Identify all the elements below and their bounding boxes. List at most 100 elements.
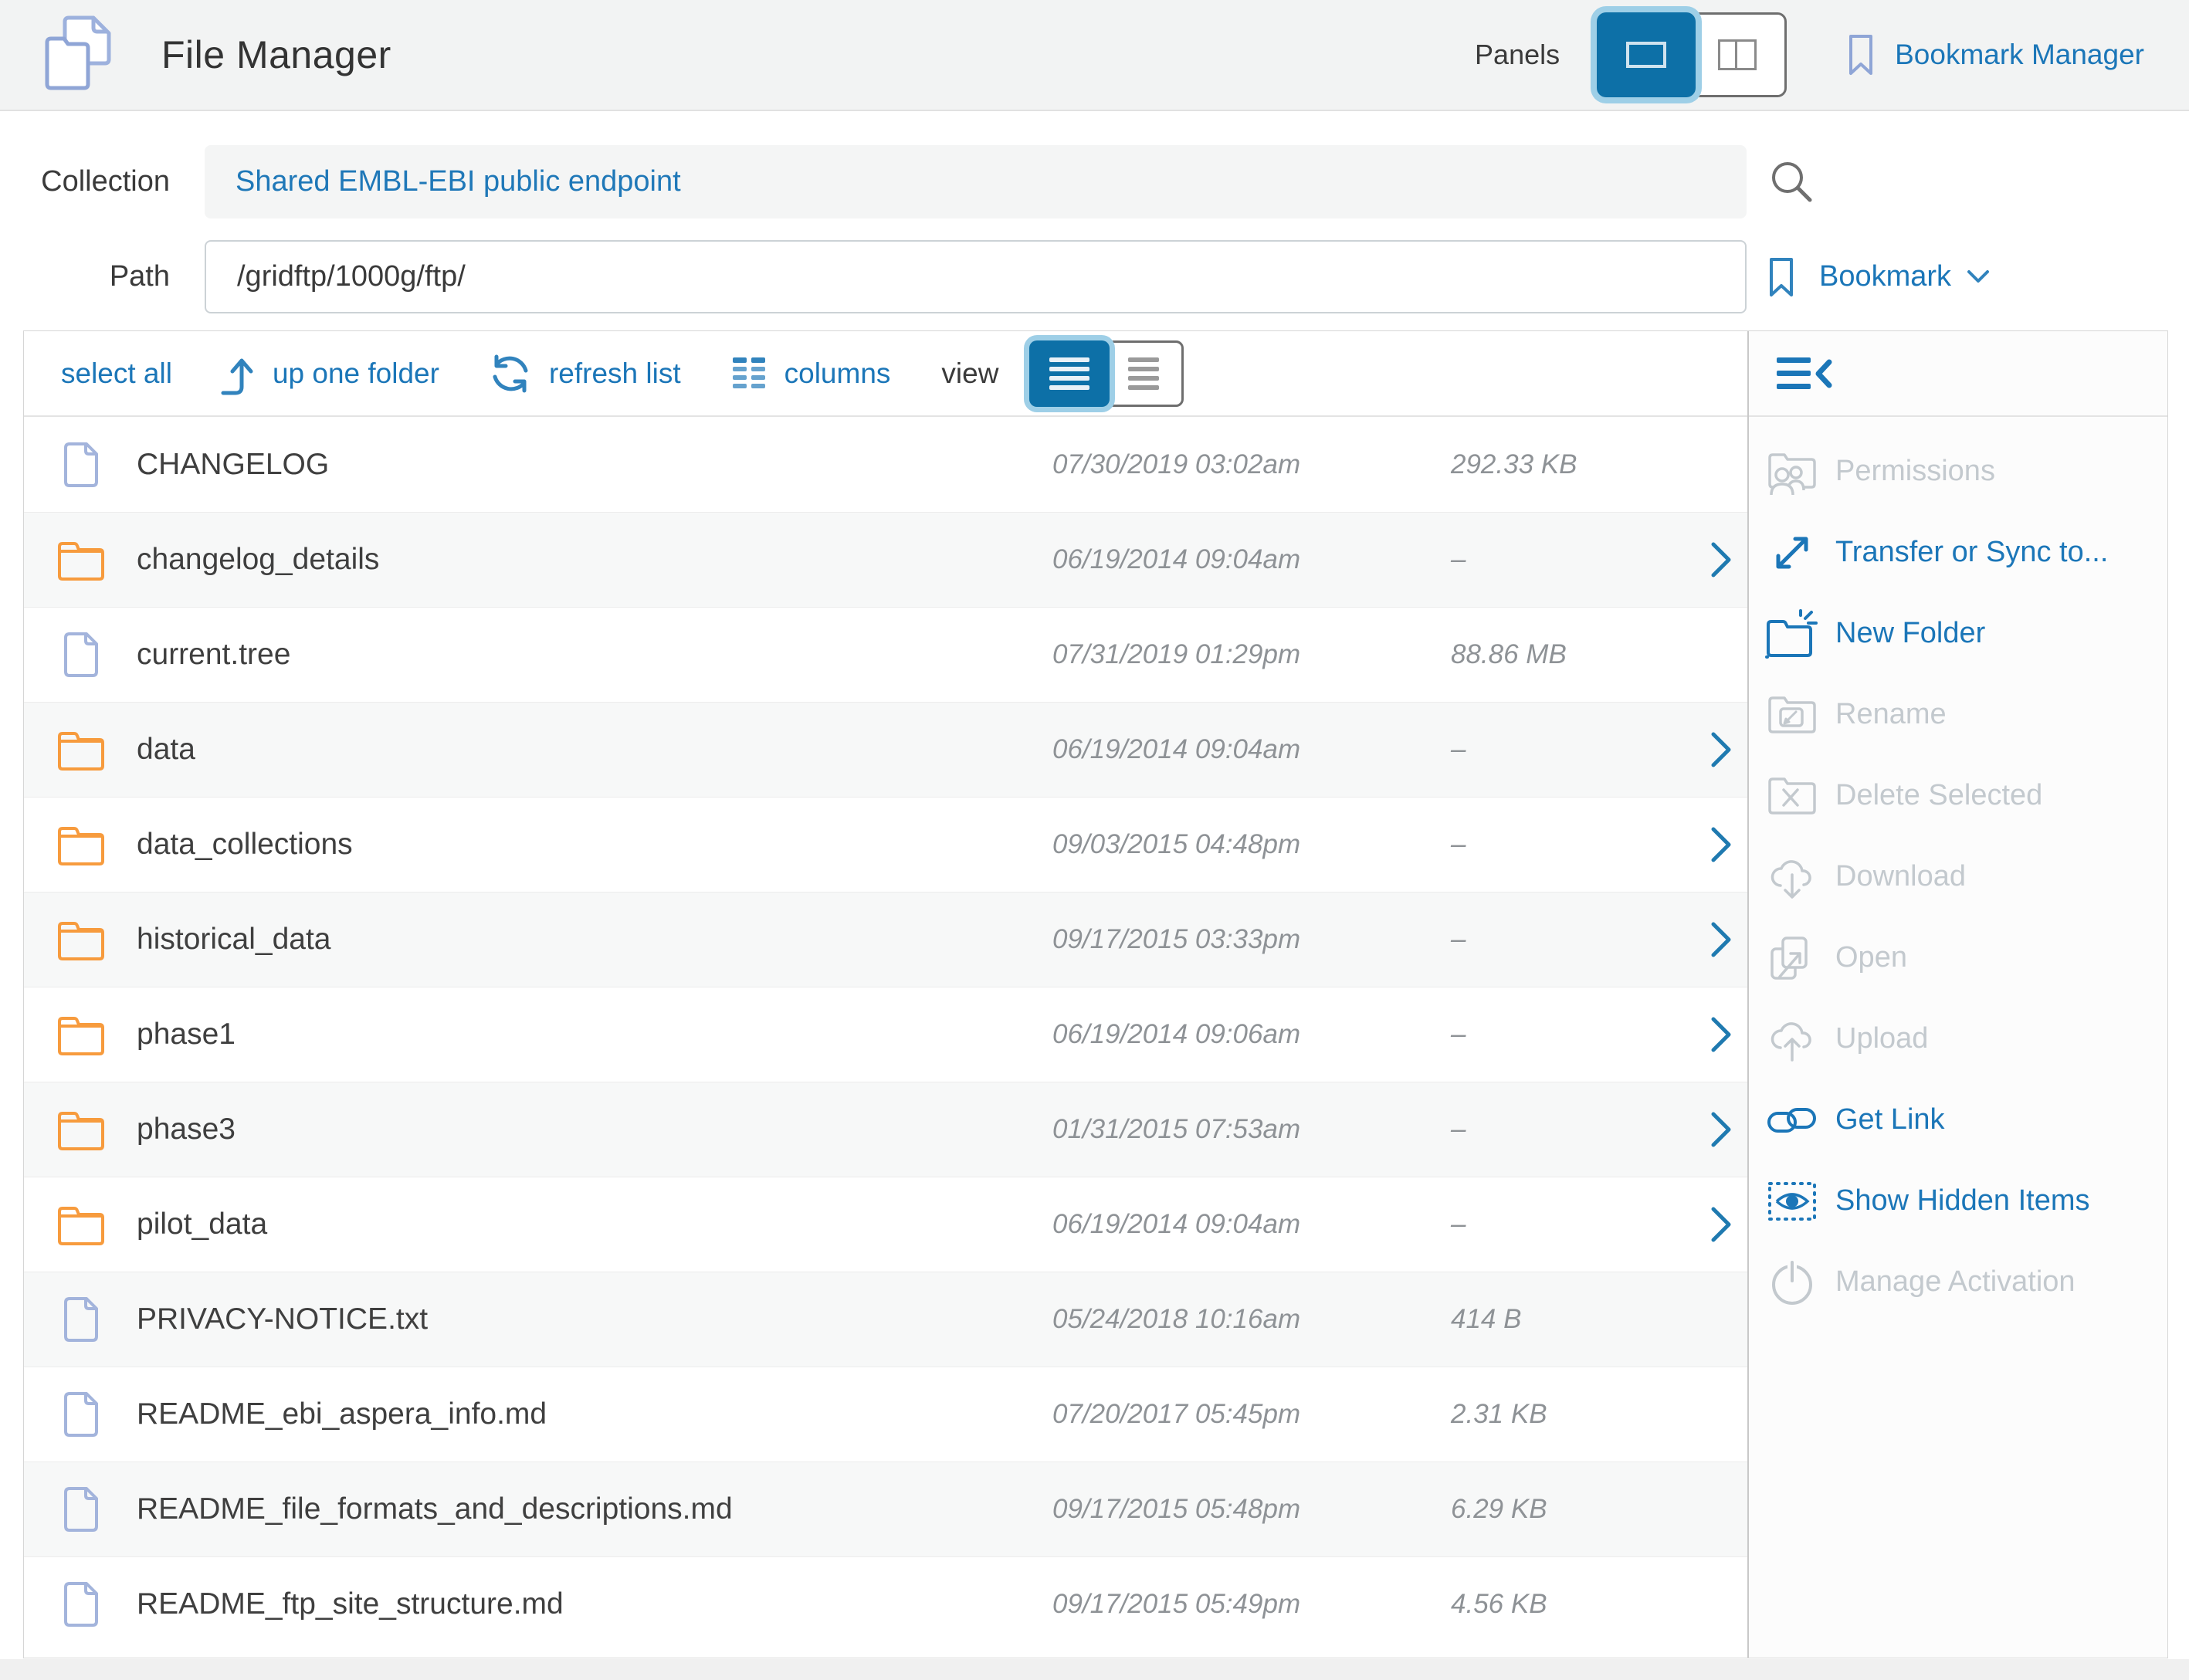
file-manager-app: File Manager Panels Bookmark Manager Col… [0, 0, 2189, 1680]
sidebar-item-open[interactable]: Open [1749, 917, 2167, 998]
sidebar-menu: Permissions Transfer or Sync to... New F… [1749, 417, 2167, 1323]
up-arrow-icon [217, 350, 257, 398]
single-panel-icon [1626, 42, 1666, 68]
collection-input[interactable]: Shared EMBL-EBI public endpoint [205, 145, 1747, 218]
file-icon [62, 630, 100, 679]
table-row-PRIVACY-NOTICE.txt[interactable]: PRIVACY-NOTICE.txt 05/24/2018 10:16am 41… [24, 1272, 1747, 1367]
table-row-phase3[interactable]: phase3 01/31/2015 07:53am – [24, 1082, 1747, 1177]
file-modified-date: 06/19/2014 09:04am [1052, 1209, 1300, 1240]
table-row-current.tree[interactable]: current.tree 07/31/2019 01:29pm 88.86 MB [24, 607, 1747, 702]
bookmark-manager-button[interactable]: Bookmark Manager [1847, 33, 2144, 76]
sidebar-item-show-hidden-items[interactable]: Show Hidden Items [1749, 1160, 2167, 1241]
folder-icon [57, 823, 105, 866]
file-modified-date: 06/19/2014 09:04am [1052, 544, 1300, 575]
folder-icon [57, 1108, 105, 1151]
file-modified-date: 07/20/2017 05:45pm [1052, 1399, 1300, 1430]
get-link-icon [1749, 1101, 1835, 1140]
up-one-folder-button[interactable]: up one folder [217, 350, 439, 398]
sidebar-item-get-link[interactable]: Get Link [1749, 1079, 2167, 1160]
folder-icon [57, 918, 105, 961]
file-name: README_file_formats_and_descriptions.md [137, 1492, 733, 1526]
chevron-right-icon[interactable] [1709, 1204, 1733, 1245]
bookmark-icon [1847, 33, 1875, 76]
table-row-data_collections[interactable]: data_collections 09/03/2015 04:48pm – [24, 797, 1747, 892]
path-label: Path [0, 260, 170, 293]
sidebar-item-new-folder[interactable]: New Folder [1749, 593, 2167, 674]
table-row-README_ftp_site_structure.md[interactable]: README_ftp_site_structure.md 09/17/2015 … [24, 1556, 1747, 1651]
sidebar-item-manage-activation[interactable]: Manage Activation [1749, 1241, 2167, 1323]
table-row-historical_data[interactable]: historical_data 09/17/2015 03:33pm – [24, 892, 1747, 987]
header: File Manager Panels Bookmark Manager [0, 0, 2189, 111]
columns-button[interactable]: columns [729, 354, 891, 394]
file-name: phase1 [137, 1018, 236, 1052]
sidebar-item-permissions[interactable]: Permissions [1749, 431, 2167, 512]
file-list: CHANGELOG 07/30/2019 03:02am 292.33 KB c… [24, 417, 1747, 1658]
bookmark-dropdown[interactable]: Bookmark [1768, 256, 1991, 298]
table-row-README_file_formats_and_descriptions.md[interactable]: README_file_formats_and_descriptions.md … [24, 1462, 1747, 1556]
chevron-right-icon[interactable] [1709, 920, 1733, 960]
manage-activation-icon [1749, 1258, 1835, 1307]
download-icon [1749, 852, 1835, 903]
file-size: – [1451, 1019, 1466, 1050]
show-hidden-icon [1749, 1178, 1835, 1224]
file-name: README_ebi_aspera_info.md [137, 1397, 547, 1431]
file-size: – [1451, 924, 1466, 955]
sidebar-item-upload[interactable]: Upload [1749, 998, 2167, 1079]
table-row-README_ebi_aspera_info.md[interactable]: README_ebi_aspera_info.md 07/20/2017 05:… [24, 1367, 1747, 1462]
file-size: 6.29 KB [1451, 1494, 1547, 1525]
search-icon[interactable] [1767, 157, 1818, 208]
folder-icon [57, 1013, 105, 1056]
file-name: current.tree [137, 638, 290, 672]
file-panel: select all up one folder [24, 331, 1747, 1658]
sidebar-item-rename[interactable]: Rename [1749, 674, 2167, 755]
select-all-button[interactable]: select all [61, 357, 172, 390]
file-modified-date: 09/03/2015 04:48pm [1052, 829, 1300, 860]
path-row: Path /gridftp/1000g/ftp/ Bookmark [0, 240, 2189, 313]
toolbar: select all up one folder [24, 331, 1747, 417]
dual-panel-icon [1718, 39, 1757, 70]
path-input[interactable]: /gridftp/1000g/ftp/ [205, 240, 1747, 313]
file-modified-date: 06/19/2014 09:06am [1052, 1019, 1300, 1050]
refresh-list-button[interactable]: refresh list [487, 351, 681, 397]
table-row-phase1[interactable]: phase1 06/19/2014 09:06am – [24, 987, 1747, 1082]
columns-icon [729, 354, 769, 394]
chevron-right-icon[interactable] [1709, 825, 1733, 865]
folder-icon [57, 538, 105, 581]
file-size: – [1451, 734, 1466, 765]
file-size: – [1451, 1209, 1466, 1240]
panels-toggle-dual[interactable] [1688, 12, 1787, 97]
file-modified-date: 06/19/2014 09:04am [1052, 734, 1300, 765]
footer-strip [0, 1659, 2189, 1680]
chevron-right-icon[interactable] [1709, 730, 1733, 770]
file-icon [62, 1295, 100, 1344]
table-row-data[interactable]: data 06/19/2014 09:04am – [24, 702, 1747, 797]
collapse-panel-icon[interactable] [1774, 353, 1838, 395]
panels-group: Panels [1475, 12, 1787, 97]
file-size: 88.86 MB [1451, 639, 1567, 670]
view-toggle-list[interactable] [1029, 340, 1110, 407]
file-name: historical_data [137, 923, 330, 957]
bookmark-manager-label: Bookmark Manager [1895, 39, 2144, 71]
main-panel: select all up one folder [23, 330, 2168, 1658]
rename-icon [1749, 692, 1835, 738]
action-sidebar: Permissions Transfer or Sync to... New F… [1747, 331, 2167, 1658]
chevron-right-icon[interactable] [1709, 1109, 1733, 1150]
refresh-icon [487, 351, 534, 397]
table-row-CHANGELOG[interactable]: CHANGELOG 07/30/2019 03:02am 292.33 KB [24, 417, 1747, 512]
chevron-right-icon[interactable] [1709, 1014, 1733, 1055]
file-modified-date: 07/30/2019 03:02am [1052, 449, 1300, 480]
bookmark-label: Bookmark [1819, 260, 1951, 293]
sidebar-item-delete-selected[interactable]: Delete Selected [1749, 755, 2167, 836]
view-toggle-compact[interactable] [1103, 340, 1184, 407]
table-row-changelog_details[interactable]: changelog_details 06/19/2014 09:04am – [24, 512, 1747, 607]
chevron-right-icon[interactable] [1709, 540, 1733, 580]
sidebar-item-download[interactable]: Download [1749, 836, 2167, 917]
sidebar-item-transfer-or-sync-to[interactable]: Transfer or Sync to... [1749, 512, 2167, 593]
file-icon [62, 1580, 100, 1629]
file-name: phase3 [137, 1113, 236, 1147]
file-name: data_collections [137, 828, 353, 862]
sidebar-top [1749, 331, 2167, 417]
folder-icon [57, 1203, 105, 1246]
panels-toggle-single[interactable] [1597, 12, 1696, 97]
table-row-pilot_data[interactable]: pilot_data 06/19/2014 09:04am – [24, 1177, 1747, 1272]
